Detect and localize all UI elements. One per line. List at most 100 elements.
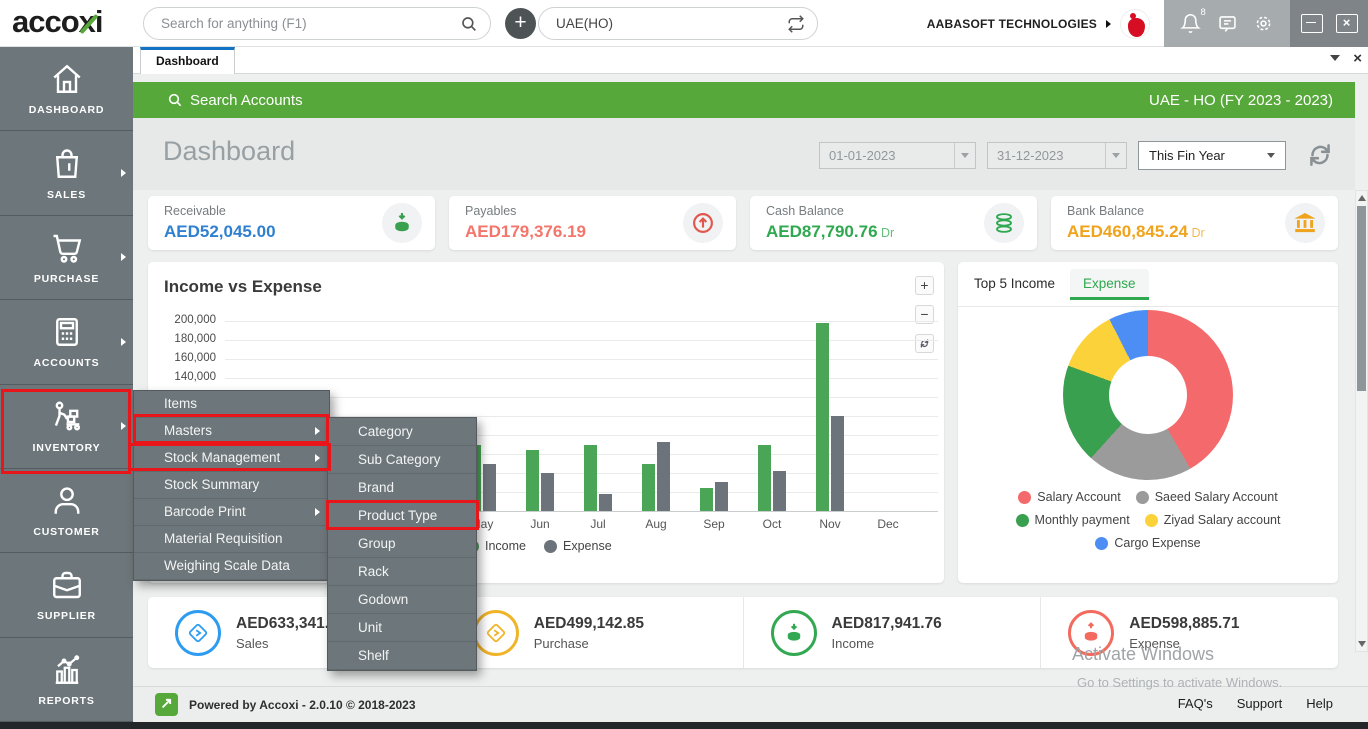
- submenu-item-group[interactable]: Group: [328, 530, 476, 558]
- chart-zoom-in-button[interactable]: +: [915, 276, 934, 295]
- gear-icon[interactable]: [1253, 13, 1274, 34]
- gridline: [225, 340, 938, 341]
- bar-expense-sep[interactable]: [715, 482, 728, 511]
- menu-item-stock-management[interactable]: Stock Management: [134, 445, 329, 472]
- period-select[interactable]: This Fin Year: [1138, 141, 1286, 170]
- menu-item-weighing-scale-data[interactable]: Weighing Scale Data: [134, 553, 329, 580]
- y-axis-label: 180,000: [156, 333, 216, 345]
- quick-add-button[interactable]: +: [505, 8, 536, 39]
- bell-icon[interactable]: 8: [1180, 13, 1201, 34]
- scrollbar-thumb[interactable]: [1357, 206, 1366, 391]
- tab-top5-income[interactable]: Top 5 Income: [974, 276, 1055, 291]
- customer-icon: [49, 483, 85, 519]
- activate-windows-watermark: Activate Windows: [1072, 644, 1214, 665]
- minimize-icon[interactable]: [1301, 14, 1323, 33]
- scroll-up-icon[interactable]: [1358, 195, 1366, 201]
- tab-top5-expense[interactable]: Expense: [1070, 269, 1149, 300]
- submenu-item-rack[interactable]: Rack: [328, 558, 476, 586]
- bar-expense-nov[interactable]: [831, 416, 844, 511]
- window-controls: ×: [1290, 0, 1368, 47]
- payables-up-icon: [683, 203, 723, 243]
- footer-link-support[interactable]: Support: [1237, 696, 1283, 711]
- sidebar-item-label: INVENTORY: [33, 442, 101, 454]
- sidebar-item-supplier[interactable]: SUPPLIER: [0, 553, 133, 637]
- date-from-input[interactable]: [820, 148, 975, 163]
- masters-submenu: CategorySub CategoryBrandProduct TypeGro…: [327, 417, 477, 671]
- bar-income-nov[interactable]: [816, 323, 829, 511]
- menu-item-barcode-print[interactable]: Barcode Print: [134, 499, 329, 526]
- bar-income-jun[interactable]: [526, 450, 539, 511]
- inventory-context-menu: Items Masters Stock ManagementStock Summar…: [133, 390, 330, 581]
- sidebar-item-dashboard[interactable]: DASHBOARD: [0, 47, 133, 131]
- menu-item-label: Masters: [164, 423, 212, 438]
- bar-expense-may[interactable]: [483, 464, 496, 511]
- menu-item-stock-summary[interactable]: Stock Summary: [134, 472, 329, 499]
- submenu-item-godown[interactable]: Godown: [328, 586, 476, 614]
- expense-donut-chart[interactable]: [1063, 310, 1233, 480]
- summary-income: AED817,941.76Income: [743, 597, 1041, 668]
- submenu-item-category[interactable]: Category: [328, 418, 476, 446]
- footer-bar: ↗ Powered by Accoxi - 2.0.10 © 2018-2023…: [133, 686, 1368, 722]
- company-name: AABASOFT TECHNOLOGIES: [927, 17, 1097, 31]
- menu-item-label: Barcode Print: [164, 504, 246, 519]
- submenu-item-label: Godown: [358, 592, 408, 607]
- bar-income-oct[interactable]: [758, 445, 771, 512]
- bar-expense-jul[interactable]: [599, 494, 612, 511]
- kpi-card-receivable: ReceivableAED52,045.00: [148, 196, 435, 250]
- submenu-item-product-type[interactable]: Product Type: [328, 502, 476, 530]
- footer-link-help[interactable]: Help: [1306, 696, 1333, 711]
- submenu-item-brand[interactable]: Brand: [328, 474, 476, 502]
- tab-close-icon[interactable]: ×: [1353, 50, 1362, 67]
- tab-dashboard[interactable]: Dashboard: [140, 47, 235, 74]
- chart-refresh-button[interactable]: [915, 334, 934, 353]
- window-bottom-edge: [0, 722, 1368, 729]
- date-to-field[interactable]: [987, 142, 1127, 169]
- bar-expense-jun[interactable]: [541, 473, 554, 511]
- bar-expense-aug[interactable]: [657, 442, 670, 511]
- chat-icon[interactable]: [1217, 13, 1238, 34]
- gridline: [225, 378, 938, 379]
- page-title: Dashboard: [163, 136, 295, 167]
- bar-income-aug[interactable]: [642, 464, 655, 512]
- notification-badge: 8: [1200, 7, 1205, 18]
- sidebar-item-inventory[interactable]: INVENTORY: [0, 385, 133, 469]
- briefcase-icon: [49, 567, 85, 603]
- summary-value: AED499,142.85: [534, 615, 644, 633]
- menu-item-masters[interactable]: Masters: [134, 418, 329, 445]
- bar-income-jul[interactable]: [584, 445, 597, 512]
- bar-expense-oct[interactable]: [773, 471, 786, 511]
- menu-item-material-requisition[interactable]: Material Requisition: [134, 526, 329, 553]
- footer-link-faq-s[interactable]: FAQ's: [1178, 696, 1213, 711]
- submenu-item-sub-category[interactable]: Sub Category: [328, 446, 476, 474]
- legend-item-saeed-salary-account: Saeed Salary Account: [1136, 490, 1278, 504]
- menu-item-items[interactable]: Items: [134, 391, 329, 418]
- sidebar-item-accounts[interactable]: ACCOUNTS: [0, 300, 133, 384]
- calendar-caret-icon[interactable]: [954, 143, 975, 168]
- sidebar-item-purchase[interactable]: PURCHASE: [0, 216, 133, 300]
- company-menu[interactable]: AABASOFT TECHNOLOGIES: [927, 0, 1150, 47]
- branch-input[interactable]: [539, 16, 817, 31]
- vertical-scrollbar[interactable]: [1355, 190, 1368, 652]
- sidebar-item-sales[interactable]: SALES: [0, 131, 133, 215]
- search-input[interactable]: [144, 16, 490, 31]
- legend-dot: [1136, 491, 1149, 504]
- legend-label: Expense: [563, 539, 612, 553]
- sidebar-item-customer[interactable]: CUSTOMER: [0, 469, 133, 553]
- tab-list-caret-icon[interactable]: [1330, 55, 1340, 61]
- date-from-field[interactable]: [819, 142, 976, 169]
- title-bar: accoxi + AABASOFT TECHNOLOGIES 8 ×: [0, 0, 1368, 47]
- calendar-caret-icon[interactable]: [1105, 143, 1126, 168]
- receivable-coin-icon: [382, 203, 422, 243]
- submenu-item-shelf[interactable]: Shelf: [328, 642, 476, 670]
- refresh-icon[interactable]: [1305, 140, 1335, 170]
- search-icon[interactable]: [460, 15, 478, 33]
- chevron-right-icon: [121, 422, 126, 430]
- search-accounts[interactable]: Search Accounts: [167, 92, 303, 109]
- scroll-down-icon[interactable]: [1358, 641, 1366, 647]
- close-icon[interactable]: ×: [1336, 14, 1358, 33]
- branch-swap-icon[interactable]: [787, 15, 805, 33]
- sidebar-item-reports[interactable]: REPORTS: [0, 638, 133, 722]
- kpi-suffix: Dr: [878, 226, 895, 240]
- bar-income-sep[interactable]: [700, 488, 713, 511]
- submenu-item-unit[interactable]: Unit: [328, 614, 476, 642]
